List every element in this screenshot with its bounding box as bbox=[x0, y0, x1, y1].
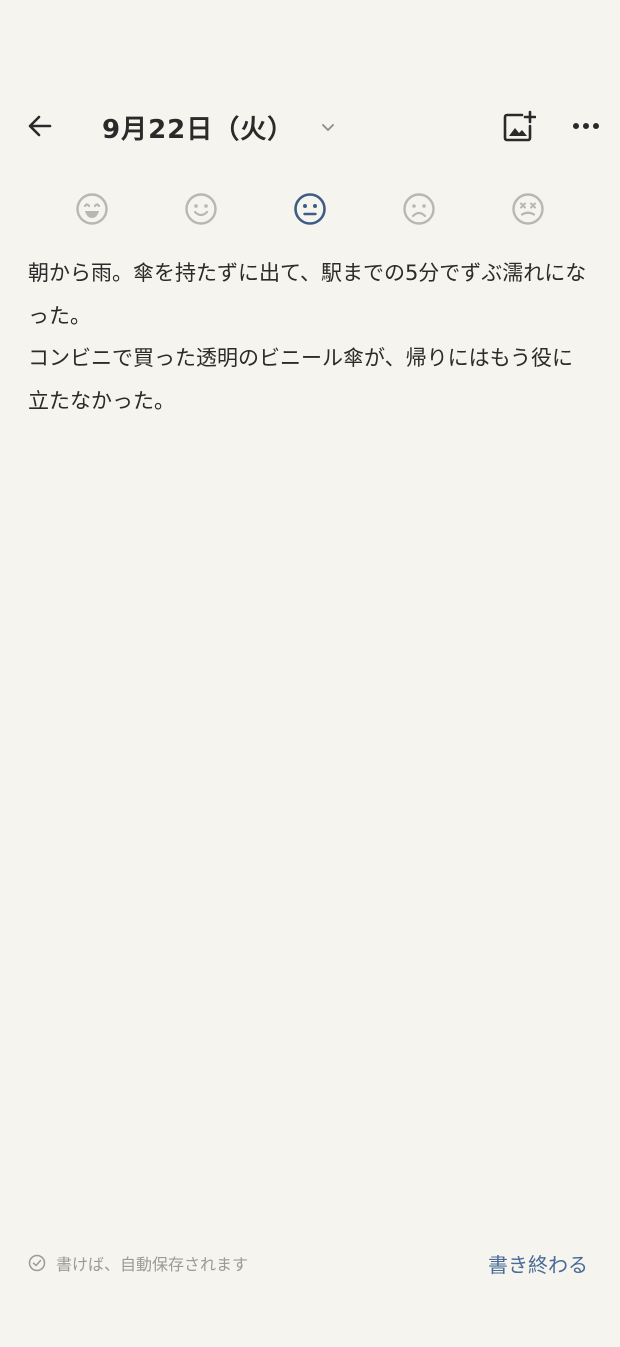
mood-very-sad-button[interactable] bbox=[509, 190, 547, 228]
mood-very-happy-button[interactable] bbox=[73, 190, 111, 228]
mood-happy-button[interactable] bbox=[182, 190, 220, 228]
date-selector[interactable]: 9月22日（火） bbox=[102, 96, 336, 158]
frown-face-icon bbox=[403, 193, 435, 225]
finish-writing-button[interactable]: 書き終わる bbox=[488, 1244, 588, 1282]
arrow-left-icon bbox=[28, 115, 52, 137]
grin-face-icon bbox=[76, 193, 108, 225]
footer-bar: 書けば、自動保存されます 書き終わる bbox=[0, 1244, 620, 1282]
neutral-face-icon bbox=[294, 193, 326, 225]
more-horizontal-icon bbox=[573, 123, 599, 129]
mood-selector bbox=[0, 190, 620, 228]
autosave-text: 書けば、自動保存されます bbox=[56, 1255, 249, 1274]
autosave-status: 書けば、自動保存されます bbox=[28, 1244, 248, 1282]
chevron-down-icon bbox=[320, 119, 336, 135]
dizzy-face-icon bbox=[512, 193, 544, 225]
header-bar: 9月22日（火） bbox=[0, 96, 620, 158]
back-button[interactable] bbox=[22, 108, 58, 144]
entry-paragraph: コンビニで買った透明のビニール傘が、帰りにはもう役に立たなかった。 bbox=[28, 346, 573, 413]
mood-sad-button[interactable] bbox=[400, 190, 438, 228]
image-add-icon bbox=[503, 110, 536, 142]
add-image-button[interactable] bbox=[500, 108, 538, 146]
mood-neutral-button[interactable] bbox=[291, 190, 329, 228]
more-options-button[interactable] bbox=[568, 108, 604, 144]
smile-face-icon bbox=[185, 193, 217, 225]
date-title: 9月22日（火） bbox=[102, 114, 295, 145]
entry-text-editor[interactable]: 朝から雨。傘を持たずに出て、駅までの5分でずぶ濡れになった。 コンビニで買った透… bbox=[28, 252, 588, 422]
check-circle-icon bbox=[28, 1254, 46, 1272]
diary-editor-screen: 9月22日（火） 朝から雨。傘を持たずに出て、駅までの5分でずぶ濡れになった。 … bbox=[0, 0, 620, 1347]
entry-paragraph: 朝から雨。傘を持たずに出て、駅までの5分でずぶ濡れになった。 bbox=[28, 261, 587, 328]
